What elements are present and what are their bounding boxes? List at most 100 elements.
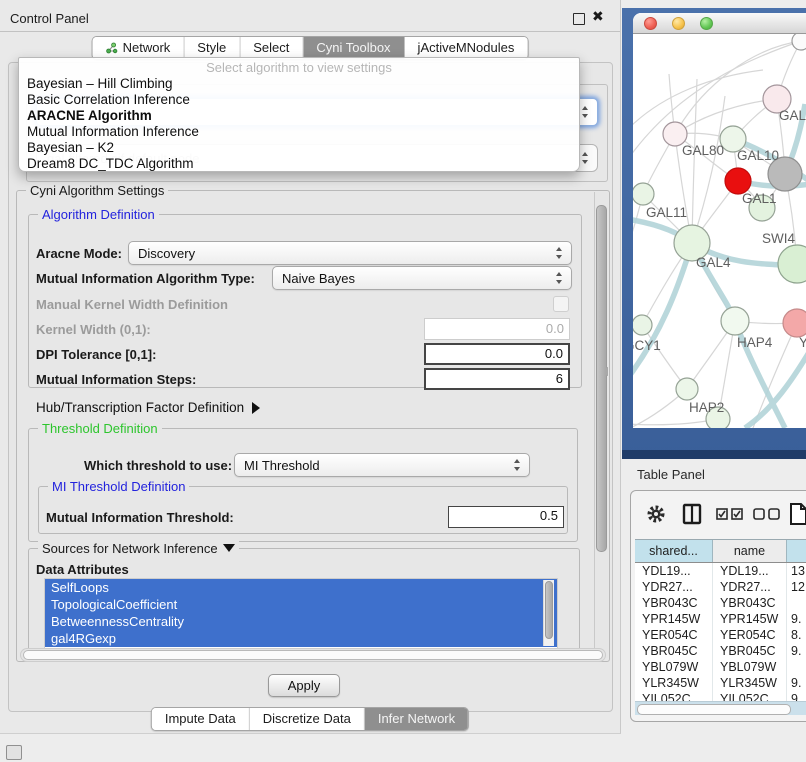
panel-splitter-handle[interactable] <box>606 367 612 376</box>
table-cell: YBR043C <box>713 595 787 611</box>
tab-cyni-toolbox-label: Cyni Toolbox <box>316 40 390 55</box>
threshold-definition-legend: Threshold Definition <box>38 421 162 436</box>
aracne-mode-combo[interactable]: Discovery <box>128 241 572 265</box>
tab-network[interactable]: Network <box>93 37 185 59</box>
dropdown-item-mutual-information-inference[interactable]: Mutual Information Inference <box>19 124 579 140</box>
data-attribute-selfloops[interactable]: SelfLoops <box>45 579 557 596</box>
dropdown-item-bayesian-hill-climbing[interactable]: Bayesian – Hill Climbing <box>19 76 579 92</box>
table-toolbar <box>631 491 806 539</box>
tab-jactivemnodules[interactable]: jActiveMNodules <box>405 37 528 59</box>
window-minimize-button[interactable] <box>672 17 685 30</box>
data-attributes-label: Data Attributes <box>36 562 129 577</box>
mi-threshold-input[interactable]: 0.5 <box>448 506 564 528</box>
dropdown-item-aracne-algorithm[interactable]: ARACNE Algorithm <box>19 108 579 124</box>
desktop-bottom-edge <box>622 450 806 459</box>
apply-button[interactable]: Apply <box>268 674 340 697</box>
split-columns-icon[interactable] <box>682 503 702 525</box>
tab-impute-data[interactable]: Impute Data <box>152 708 250 730</box>
dropdown-item-basic-correlation-inference[interactable]: Basic Correlation Inference <box>19 92 579 108</box>
application-root: Control Panel ✖ NetworkStyleSelectCyni T… <box>0 0 806 762</box>
dpi-tolerance-input[interactable]: 0.0 <box>424 343 570 365</box>
dropdown-item-bayesian-k2[interactable]: Bayesian – K2 <box>19 140 579 156</box>
window-close-button[interactable] <box>644 17 657 30</box>
tab-discretize-data-label: Discretize Data <box>263 711 351 726</box>
table-header-row: shared...name <box>635 539 806 563</box>
table-horizontal-scrollbar[interactable] <box>635 701 806 715</box>
deselect-all-checkboxes-icon[interactable] <box>753 508 780 520</box>
network-node-node-salmon[interactable] <box>783 309 806 337</box>
settings-scroll-thumb[interactable] <box>596 205 607 552</box>
list-vertical-scrollbar[interactable] <box>543 580 554 646</box>
kernel-width-input[interactable]: 0.0 <box>424 318 570 340</box>
table-row[interactable]: YBR043CYBR043C <box>635 595 806 611</box>
table-row[interactable]: YER054CYER054C8. <box>635 627 806 643</box>
tab-style[interactable]: Style <box>184 37 240 59</box>
node-label-gal1: GAL1 <box>742 191 777 206</box>
collapsed-arrow-icon[interactable] <box>252 402 260 414</box>
combo-steppers-icon <box>514 459 521 471</box>
column-header-name[interactable]: name <box>713 540 787 562</box>
data-attribute-betweennesscentrality[interactable]: BetweennessCentrality <box>45 613 557 630</box>
tab-cyni-toolbox[interactable]: Cyni Toolbox <box>303 37 404 59</box>
data-attribute-topologicalcoefficient[interactable]: TopologicalCoefficient <box>45 596 557 613</box>
gear-icon[interactable] <box>646 504 666 524</box>
network-node-GAL11[interactable] <box>633 183 654 205</box>
table-cell: YBR045C <box>713 643 787 659</box>
list-scroll-thumb[interactable] <box>545 581 553 639</box>
window-zoom-button[interactable] <box>700 17 713 30</box>
tab-select-label: Select <box>253 40 289 55</box>
table-cell: YDL19... <box>635 563 713 579</box>
table-row[interactable]: YPR145WYPR145W9. <box>635 611 806 627</box>
network-canvas[interactable]: GALGAL80GAL10GAL1GAL11SWI4GAL4GCY1HAP4YH… <box>633 34 806 428</box>
table-hscroll-thumb[interactable] <box>637 704 791 715</box>
dropdown-hint: Select algorithm to view settings <box>19 60 579 76</box>
network-window-titlebar[interactable] <box>633 13 806 34</box>
network-node-HAP4[interactable] <box>721 307 749 335</box>
table-cell: YDR27... <box>713 579 787 595</box>
network-node-node-top[interactable] <box>792 34 806 50</box>
node-label-gal80: GAL80 <box>682 143 724 158</box>
table-row[interactable]: YLR345WYLR345W9. <box>635 675 806 691</box>
data-attribute-gal4rgexp[interactable]: gal4RGexp <box>45 630 557 647</box>
manual-kernel-width-label: Manual Kernel Width Definition <box>36 297 228 312</box>
hub-definition-section[interactable]: Hub/Transcription Factor Definition <box>36 400 260 415</box>
node-label-y: Y <box>799 335 806 350</box>
node-label-gal4: GAL4 <box>696 255 731 270</box>
which-threshold-combo[interactable]: MI Threshold <box>234 453 530 477</box>
column-header-extra[interactable] <box>787 540 806 562</box>
table-row[interactable]: YBR045CYBR045C9. <box>635 643 806 659</box>
table-row[interactable]: YBL079WYBL079W <box>635 659 806 675</box>
tab-discretize-data[interactable]: Discretize Data <box>250 708 365 730</box>
network-node-SWI4[interactable] <box>778 245 806 283</box>
settings-hscroll-thumb[interactable] <box>23 650 603 660</box>
network-node-node-left[interactable] <box>633 315 652 335</box>
node-table: shared...name YDL19...YDL19...13YDR27...… <box>635 539 806 703</box>
docked-window-icon[interactable] <box>6 745 22 760</box>
node-label-swi4: SWI4 <box>762 231 795 246</box>
sources-legend[interactable]: Sources for Network Inference <box>38 541 239 556</box>
table-panel-title: Table Panel <box>637 467 705 482</box>
close-icon[interactable]: ✖ <box>592 8 604 25</box>
settings-vertical-scrollbar[interactable] <box>594 192 608 658</box>
tab-infer-network[interactable]: Infer Network <box>365 708 468 730</box>
expanded-arrow-icon[interactable] <box>223 544 235 552</box>
column-header-shared[interactable]: shared... <box>635 540 713 562</box>
table-cell: YPR145W <box>713 611 787 627</box>
settings-horizontal-scrollbar[interactable] <box>20 648 606 662</box>
mi-algorithm-type-combo[interactable]: Naive Bayes <box>272 266 572 290</box>
network-node-HAP2[interactable] <box>676 378 698 400</box>
which-threshold-label: Which threshold to use: <box>84 458 232 473</box>
table-row[interactable]: YDL19...YDL19...13 <box>635 563 806 579</box>
table-cell: YER054C <box>635 627 713 643</box>
sheet-icon[interactable] <box>789 502 806 526</box>
titlebar-divider <box>0 31 620 32</box>
hub-definition-label: Hub/Transcription Factor Definition <box>36 400 244 415</box>
manual-kernel-width-checkbox[interactable] <box>553 296 569 312</box>
float-window-icon[interactable] <box>573 13 585 25</box>
select-all-checkboxes-icon[interactable] <box>716 508 743 520</box>
table-row[interactable]: YDR27...YDR27...12 <box>635 579 806 595</box>
dropdown-item-dream8-dc-tdc-algorithm[interactable]: Dream8 DC_TDC Algorithm <box>19 156 579 172</box>
mi-steps-input[interactable]: 6 <box>424 368 570 390</box>
table-cell: YBL079W <box>713 659 787 675</box>
tab-select[interactable]: Select <box>240 37 303 59</box>
